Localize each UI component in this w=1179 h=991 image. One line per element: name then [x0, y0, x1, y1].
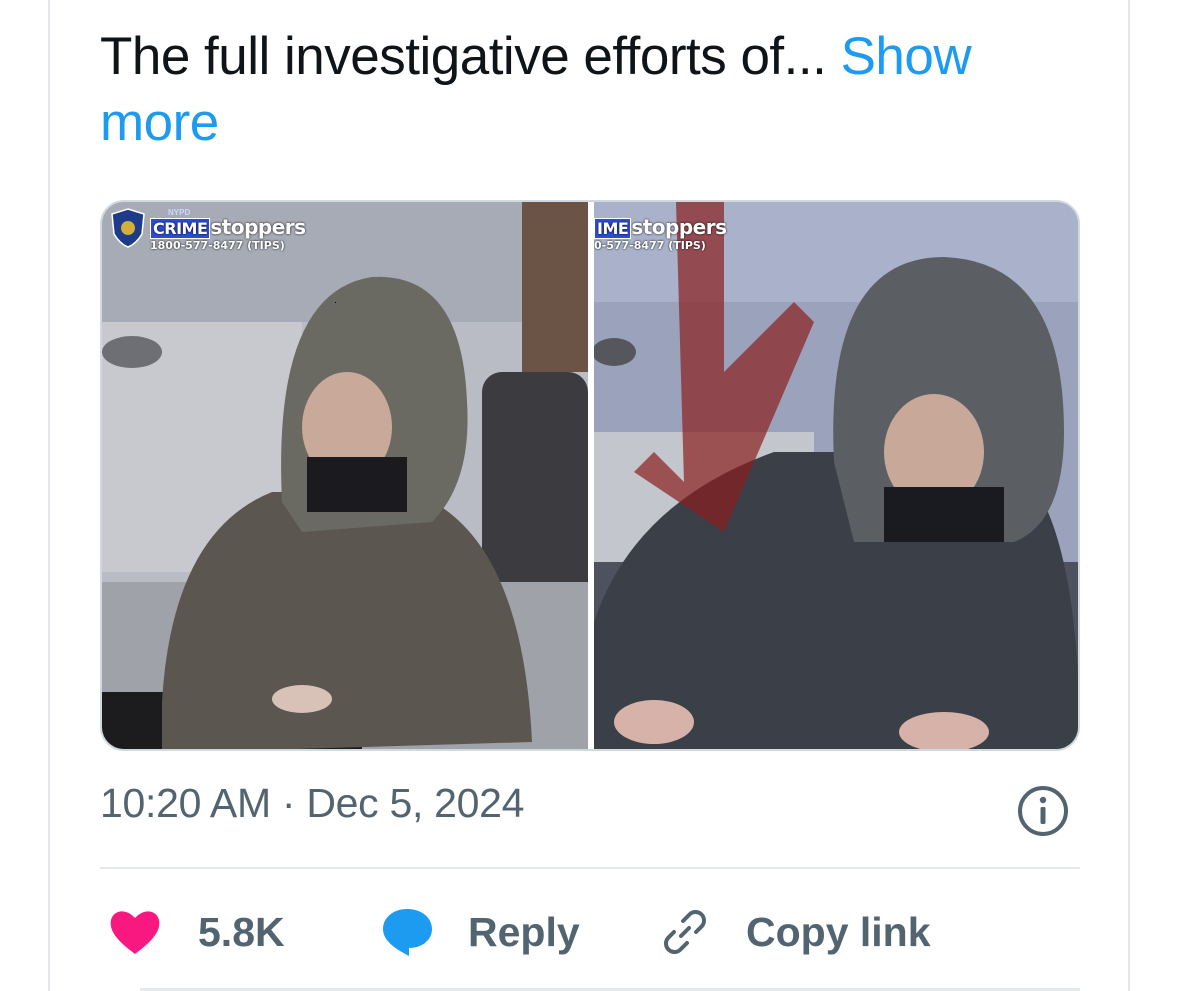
crimestoppers-watermark-right: . IMEstoppers 0-577-8477 (TIPS): [594, 208, 727, 252]
like-button[interactable]: 5.8K: [108, 900, 285, 964]
divider: [100, 867, 1080, 869]
crimestoppers-watermark-left: NYPD CRIME stoppers 1800-577-8477 (TIPS): [110, 208, 306, 252]
like-count: 5.8K: [198, 908, 285, 955]
info-icon[interactable]: [1016, 784, 1070, 838]
copy-link-button[interactable]: Copy link: [660, 900, 931, 964]
tweet-body: The full investigative efforts of...: [100, 27, 827, 86]
reply-label: Reply: [468, 908, 580, 955]
tweet-timestamp[interactable]: 10:20 AM · Dec 5, 2024: [100, 780, 524, 827]
crimestoppers-brand: CRIME stoppers: [150, 217, 306, 239]
tips-phone-right: 0-577-8477 (TIPS): [594, 239, 706, 252]
surveillance-photo-left[interactable]: NYPD CRIME stoppers 1800-577-8477 (TIPS): [102, 202, 588, 749]
tips-phone: 1800-577-8477 (TIPS): [150, 239, 285, 252]
nypd-shield-icon: [111, 208, 145, 248]
tweet-actions: 5.8K Reply Copy link: [100, 900, 1080, 964]
reply-bubble-icon: [383, 909, 432, 956]
tweet-text: The full investigative efforts of... Sho…: [100, 24, 1000, 156]
reply-button[interactable]: Reply: [380, 900, 580, 964]
link-icon: [664, 910, 706, 954]
copy-link-label: Copy link: [746, 908, 931, 955]
crimestoppers-brand-right: IME stoppers: [594, 217, 727, 239]
heart-icon: [110, 911, 160, 954]
surveillance-photo-right[interactable]: . IMEstoppers 0-577-8477 (TIPS): [594, 202, 1078, 749]
timeline-border-left: [48, 0, 50, 991]
timeline-border-right: [1128, 0, 1130, 991]
tweet-media[interactable]: NYPD CRIMEstoppers 1800-577-8477 (TIPS): [100, 200, 1080, 751]
